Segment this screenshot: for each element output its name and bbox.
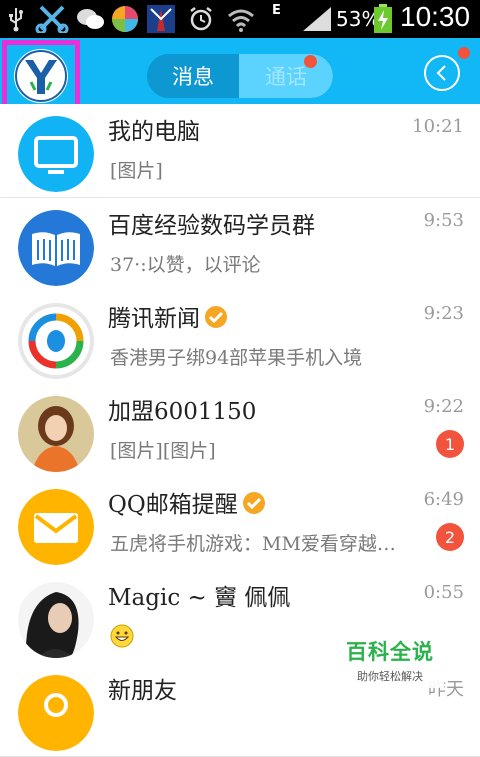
watermark-subtitle: 助你轻松解决 <box>357 670 423 683</box>
battery-charging-icon <box>372 4 394 33</box>
colorful-app-icon <box>110 5 140 33</box>
conversation-time: 0:55 <box>423 582 464 603</box>
clock-time: 10:30 <box>400 1 471 32</box>
usb-icon <box>4 5 28 33</box>
conversation-name: 加盟6001150 <box>108 399 257 425</box>
conversation-preview: 五虎将手机游戏：MM爱看穿越… <box>110 533 396 555</box>
tab-messages[interactable]: 消息 <box>147 54 239 98</box>
conversation-row[interactable]: 百度经验数码学员群 37·:以赞，以评论 9:53 <box>0 198 480 292</box>
unread-badge: 1 <box>436 430 464 458</box>
new-friend-icon <box>18 675 94 751</box>
conversation-preview: 37·:以赞，以评论 <box>110 254 261 276</box>
grin-emoji-icon <box>110 624 134 648</box>
conversation-name: 新朋友 <box>108 678 177 704</box>
unread-badge: 2 <box>436 523 464 551</box>
user-photo <box>18 396 94 472</box>
watermark-title: 百科全说 <box>346 640 434 664</box>
conversation-preview: 香港男子绑94部苹果手机入境 <box>110 347 363 369</box>
conversation-name-text: QQ邮箱提醒 <box>108 492 238 518</box>
conversation-preview: [图片][图片] <box>110 440 216 462</box>
back-button[interactable] <box>424 55 460 91</box>
watermark: 百科全说 助你轻松解决 <box>336 632 444 688</box>
conversation-time: 10:21 <box>412 116 464 137</box>
conversation-preview: [图片] <box>110 160 163 182</box>
profile-avatar-button[interactable] <box>2 40 80 112</box>
conversation-time: 9:23 <box>423 303 464 324</box>
wechat-icon <box>74 5 106 33</box>
profile-avatar <box>14 49 68 103</box>
conversation-name-text: 腾讯新闻 <box>108 306 200 332</box>
network-type-label: E <box>272 3 281 18</box>
verified-badge-icon <box>242 492 265 514</box>
tencent-news-icon <box>18 303 94 379</box>
conversation-name: 我的电脑 <box>108 119 200 145</box>
conversation-time: 6:49 <box>423 489 464 510</box>
conversation-time: 9:53 <box>423 210 464 231</box>
user-photo <box>18 582 94 658</box>
book-icon <box>18 210 94 286</box>
alarm-icon <box>186 5 216 33</box>
conversation-name: QQ邮箱提醒 <box>108 485 266 519</box>
conversation-name: Magic ~ 竇 佩佩 <box>108 585 291 611</box>
mail-icon <box>18 489 94 565</box>
status-bar: E 53% 10:30 <box>0 0 480 38</box>
conversation-row[interactable]: 我的电脑 [图片] 10:21 <box>0 104 480 198</box>
computer-icon <box>18 116 94 192</box>
verified-badge-icon <box>205 306 227 328</box>
back-notification-dot <box>458 47 470 59</box>
conversation-name: 百度经验数码学员群 <box>108 213 315 239</box>
conversation-row[interactable]: 腾讯新闻 香港男子绑94部苹果手机入境 9:23 <box>0 291 480 385</box>
scissors-app-icon <box>34 5 70 33</box>
tab-calls[interactable]: 通话 <box>239 54 333 98</box>
calls-notification-dot <box>304 55 317 68</box>
suit-app-icon <box>146 5 176 33</box>
conversation-name: 腾讯新闻 <box>108 299 228 333</box>
conversation-time: 9:22 <box>423 396 464 417</box>
conversation-row[interactable]: 加盟6001150 [图片][图片] 9:22 1 <box>0 384 480 478</box>
wifi-icon <box>226 5 256 33</box>
conversation-row[interactable]: QQ邮箱提醒 五虎将手机游戏：MM爱看穿越… 6:49 2 <box>0 477 480 571</box>
signal-icon <box>300 5 334 33</box>
chevron-left-icon <box>436 65 446 81</box>
